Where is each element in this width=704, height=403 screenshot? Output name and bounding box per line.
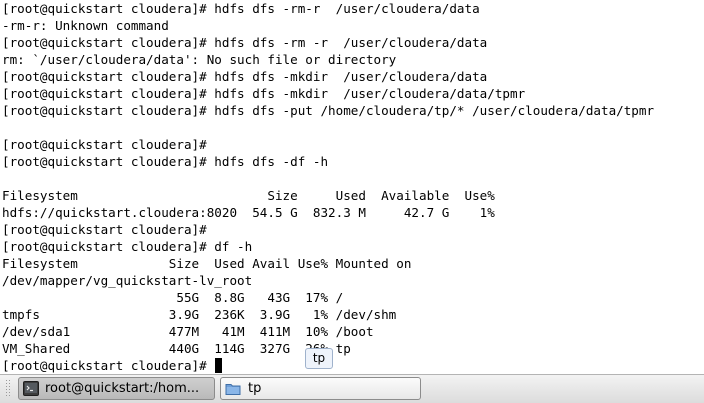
terminal-line: -rm-r: Unknown command [2,18,169,33]
terminal-output: [root@quickstart cloudera]# hdfs dfs -rm… [2,0,654,374]
terminal-line: [root@quickstart cloudera]# hdfs dfs -df… [2,154,329,169]
terminal-line: tmpfs 3.9G 236K 3.9G 1% /dev/shm [2,307,397,322]
terminal-line: [root@quickstart cloudera]# hdfs dfs -mk… [2,69,488,84]
taskbar-drag-handle[interactable] [5,379,11,398]
terminal-cursor [215,358,223,373]
terminal-line: /dev/mapper/vg_quickstart-lv_root [2,273,253,288]
taskbar: root@quickstart:/hom... tp [0,374,704,403]
terminal-line: [root@quickstart cloudera]# [2,222,207,237]
terminal-window[interactable]: [root@quickstart cloudera]# hdfs dfs -rm… [0,0,704,374]
terminal-prompt: [root@quickstart cloudera]# [2,358,215,373]
tooltip: tp [305,348,333,369]
terminal-line: 55G 8.8G 43G 17% / [2,290,344,305]
folder-icon [225,381,241,396]
terminal-line: [root@quickstart cloudera]# [2,137,207,152]
taskbar-item-label: root@quickstart:/hom... [45,381,200,396]
terminal-line: Filesystem Size Used Avail Use% Mounted … [2,256,412,271]
terminal-line: [root@quickstart cloudera]# hdfs dfs -mk… [2,86,526,101]
terminal-line: rm: `/user/cloudera/data': No such file … [2,52,397,67]
taskbar-item-label: tp [248,381,262,396]
terminal-line: /dev/sda1 477M 41M 411M 10% /boot [2,324,374,339]
terminal-line: [root@quickstart cloudera]# hdfs dfs -rm… [2,35,488,50]
terminal-line: hdfs://quickstart.cloudera:8020 54.5 G 8… [2,205,495,220]
terminal-icon [23,381,39,396]
terminal-line: [root@quickstart cloudera]# hdfs dfs -pu… [2,103,655,118]
terminal-line: [root@quickstart cloudera]# hdfs dfs -rm… [2,1,480,16]
terminal-line: [root@quickstart cloudera]# df -h [2,239,253,254]
taskbar-item-folder[interactable]: tp [220,377,421,400]
taskbar-item-terminal[interactable]: root@quickstart:/hom... [18,377,215,400]
terminal-line: Filesystem Size Used Available Use% [2,188,495,203]
